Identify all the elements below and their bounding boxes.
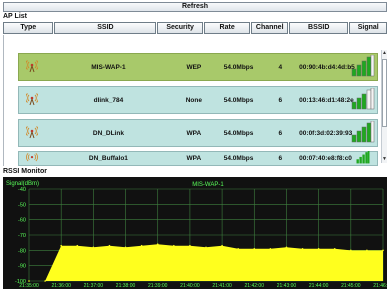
x-tick-label: 21:41:00	[212, 283, 232, 289]
x-tick-label: 21:38:00	[116, 283, 136, 289]
refresh-button[interactable]: Refresh	[3, 2, 387, 12]
rssi-area-series	[29, 244, 383, 281]
column-header-bssid[interactable]: BSSID	[289, 22, 349, 34]
rssi-data-point	[317, 248, 320, 250]
rssi-monitor-title: RSSI Monitor	[3, 168, 47, 175]
y-tick-label: -50	[18, 202, 26, 208]
x-tick-label: 21:40:00	[180, 283, 200, 289]
security-cell: WPA	[186, 129, 202, 137]
signal-bars-icon	[349, 87, 377, 112]
chart-title: MIS-WAP-1	[192, 182, 224, 188]
x-tick-label: 21:37:00	[84, 283, 104, 289]
channel-cell: 6	[278, 129, 283, 137]
bssid-cell: 00:13:46:d1:48:2e	[299, 96, 354, 104]
channel-cell: 4	[278, 63, 283, 71]
ssid-cell: MIS-WAP-1	[91, 63, 126, 71]
x-tick-label: 21:36:00	[51, 283, 71, 289]
column-header-channel[interactable]: Channel	[251, 22, 289, 34]
rssi-data-point	[269, 248, 272, 250]
column-header-ssid[interactable]: SSID	[54, 22, 157, 34]
channel-cell: 6	[278, 155, 283, 162]
column-header-type[interactable]: Type	[3, 22, 54, 34]
rssi-data-point	[140, 244, 143, 247]
bssid-cell: 00:90:4b:d4:4d:b5	[299, 63, 355, 71]
x-tick-label: 21:45:00	[341, 283, 361, 289]
security-cell: None	[185, 96, 202, 104]
rssi-data-point	[28, 280, 30, 282]
signal-bars-icon	[349, 151, 377, 166]
rssi-data-point	[44, 280, 46, 282]
rate-cell: 54.0Mbps	[223, 63, 254, 71]
rssi-data-point	[382, 249, 384, 252]
y-tick-label: -70	[18, 233, 26, 239]
rssi-data-point	[301, 248, 304, 250]
rssi-data-point	[189, 244, 191, 247]
rssi-chart: -40-50-60-70-80-90-10021:35:00 21:36:00 21…	[3, 177, 387, 289]
x-tick-label: 21:44:00	[309, 283, 329, 289]
column-header-security[interactable]: Security	[157, 22, 203, 34]
wifi-antenna-icon	[19, 59, 45, 75]
rssi-data-point	[350, 249, 352, 252]
y-axis-label: Signal(dBm)	[6, 181, 39, 187]
rssi-graph: -40 -50 -60 -70 -80 -90 -100 21:35:00 21:36:00 21…	[3, 177, 387, 289]
y-tick-label: -80	[18, 248, 26, 254]
wifi-antenna-icon	[19, 152, 45, 166]
ap-row[interactable]: dlink_784 None 54.0Mbps 6 00:13:46:d1:48…	[18, 86, 378, 114]
rssi-data-point	[76, 244, 79, 247]
rssi-data-point	[92, 246, 95, 249]
rssi-data-point	[253, 248, 256, 250]
x-tick-label: 21:46:00	[373, 283, 387, 289]
wifi-antenna-icon	[19, 92, 45, 108]
x-tick-label: 21:39:00	[148, 283, 168, 289]
rssi-data-point	[333, 248, 336, 250]
ssid-cell: DN_DLink	[92, 129, 124, 137]
ap-list-scrollbar[interactable]: ▲ ▼	[381, 50, 387, 163]
rate-cell: 54.0Mbps	[223, 96, 254, 104]
rssi-data-point	[60, 244, 62, 247]
rate-cell: 54.0Mbps	[223, 129, 254, 137]
security-cell: WPA	[186, 155, 202, 162]
column-header-rate[interactable]: Rate	[203, 22, 251, 34]
rssi-data-point	[173, 244, 175, 247]
security-cell: WEP	[186, 63, 202, 71]
ssid-cell: DN_Buffalo1	[88, 155, 128, 162]
ssid-cell: dlink_784	[93, 96, 124, 104]
refresh-bar: Refresh	[3, 2, 387, 12]
rssi-data-point	[205, 246, 207, 249]
y-tick-label: -40	[18, 187, 26, 193]
scroll-down-icon[interactable]: ▼	[382, 157, 387, 162]
ap-list-title: AP List	[3, 13, 27, 20]
channel-cell: 6	[278, 96, 283, 104]
rate-cell: 54.0Mbps	[223, 155, 254, 162]
scroll-up-icon[interactable]: ▲	[382, 51, 387, 56]
y-tick-label: -60	[18, 218, 26, 224]
rssi-data-point	[156, 243, 159, 245]
wifi-antenna-icon	[19, 125, 45, 141]
rssi-data-point	[221, 244, 223, 247]
y-tick-label: -90	[18, 264, 26, 270]
rssi-data-point	[124, 246, 127, 249]
x-tick-label: 21:35:00	[19, 283, 39, 289]
ap-list-header: Type SSID Security Rate Channel BSSID Si…	[3, 22, 387, 34]
signal-bars-icon	[349, 120, 377, 145]
ap-list: MIS-WAP-1 WEP 54.0Mbps 4 00:90:4b:d4:4d:…	[3, 35, 381, 166]
scroll-thumb[interactable]	[382, 59, 387, 127]
ap-row[interactable]: DN_DLink WPA 54.0Mbps 6 00:0f:3d:02:39:9…	[18, 119, 378, 147]
ap-row[interactable]: MIS-WAP-1 WEP 54.0Mbps 4 00:90:4b:d4:4d:…	[18, 53, 378, 81]
rssi-data-point	[285, 246, 288, 249]
rssi-data-point	[108, 244, 111, 247]
rssi-data-point	[237, 248, 239, 250]
signal-bars-icon	[349, 54, 377, 79]
bssid-cell: 00:0f:3d:02:39:93	[299, 129, 353, 137]
bssid-cell: 00:07:40:e8:f8:c0	[299, 155, 352, 162]
rssi-data-point	[366, 249, 368, 252]
column-header-signal[interactable]: Signal	[349, 22, 387, 34]
x-tick-label: 21:42:00	[245, 283, 265, 289]
ap-row[interactable]: DN_Buffalo1 WPA 54.0Mbps 6 00:07:40:e8:f…	[18, 151, 378, 166]
x-tick-label: 21:43:00	[277, 283, 297, 289]
